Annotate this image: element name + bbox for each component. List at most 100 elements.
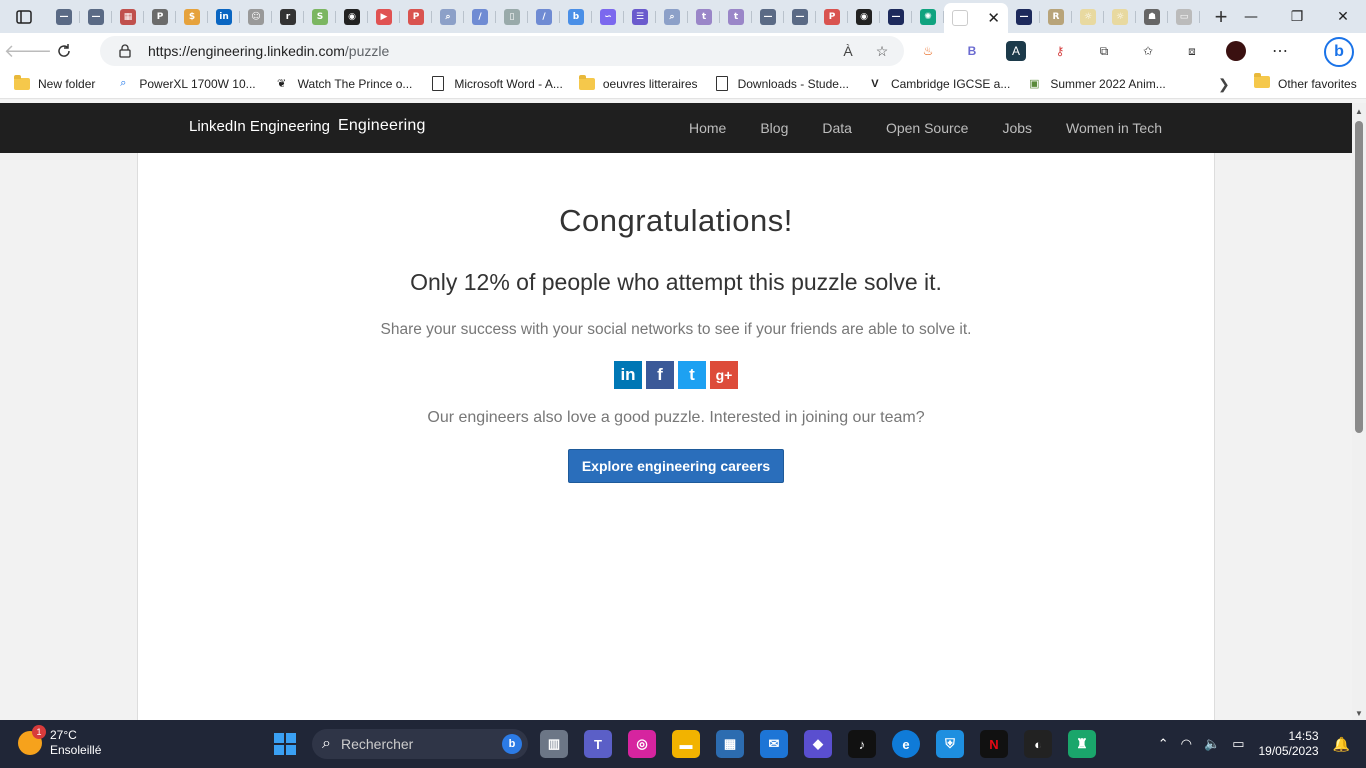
extension-b-icon[interactable]: B bbox=[962, 41, 982, 61]
tab[interactable]: P bbox=[816, 3, 848, 31]
linkedin-share-icon[interactable]: in bbox=[614, 361, 642, 389]
tab[interactable]: — bbox=[80, 3, 112, 31]
tab[interactable]: ◉ bbox=[848, 3, 880, 31]
tab[interactable]: — bbox=[1008, 3, 1040, 31]
tab[interactable]: ✺ bbox=[912, 3, 944, 31]
twitter-share-icon[interactable]: t bbox=[678, 361, 706, 389]
tab[interactable]: / bbox=[528, 3, 560, 31]
tab[interactable]: ▭ bbox=[1168, 3, 1200, 31]
tab[interactable]: / bbox=[464, 3, 496, 31]
tab[interactable]: b bbox=[560, 3, 592, 31]
tab-active[interactable]: ✕ bbox=[944, 3, 1008, 33]
address-bar[interactable]: https://engineering.linkedin.com/puzzle … bbox=[100, 36, 904, 66]
start-button[interactable] bbox=[274, 733, 296, 755]
task-view-icon[interactable]: ▥ bbox=[540, 730, 568, 758]
chevron-up-icon[interactable]: ⌃ bbox=[1158, 736, 1169, 752]
netflix-icon[interactable]: N bbox=[980, 730, 1008, 758]
wifi-icon[interactable]: ◠ bbox=[1181, 736, 1192, 752]
tab[interactable]: ▦ bbox=[112, 3, 144, 31]
favorites-overflow-chevron-icon[interactable]: ❯ bbox=[1218, 76, 1230, 93]
scroll-thumb[interactable] bbox=[1355, 121, 1363, 433]
nav-link-home[interactable]: Home bbox=[689, 120, 726, 136]
tab[interactable]: ∽ bbox=[592, 3, 624, 31]
tab[interactable]: — bbox=[752, 3, 784, 31]
favorite-item[interactable]: ❦ Watch The Prince o... bbox=[274, 76, 412, 92]
favorite-item[interactable]: oeuvres litteraires bbox=[578, 74, 698, 92]
tab[interactable]: t bbox=[720, 3, 752, 31]
nav-link-women-in-tech[interactable]: Women in Tech bbox=[1066, 120, 1162, 136]
read-aloud-icon[interactable]: À bbox=[838, 41, 858, 61]
nav-link-data[interactable]: Data bbox=[822, 120, 852, 136]
more-options-icon[interactable]: ⋯ bbox=[1270, 41, 1290, 61]
favorite-item[interactable]: ▣ Summer 2022 Anim... bbox=[1026, 76, 1166, 92]
taskbar-search[interactable]: ⌕ Rechercher b bbox=[312, 729, 528, 759]
tab[interactable]: P bbox=[144, 3, 176, 31]
tab[interactable]: ☰ bbox=[624, 3, 656, 31]
tab[interactable]: r bbox=[272, 3, 304, 31]
app-icon[interactable]: ◐ bbox=[1024, 730, 1052, 758]
tab-close-icon[interactable]: ✕ bbox=[987, 9, 1000, 27]
tab[interactable]: t bbox=[688, 3, 720, 31]
site-brand-link[interactable]: LinkedIn Engineering Engineering bbox=[189, 117, 426, 135]
tab-actions-menu-icon[interactable] bbox=[10, 3, 38, 31]
tab[interactable]: R bbox=[1040, 3, 1072, 31]
volume-icon[interactable]: 🔈 bbox=[1204, 736, 1220, 752]
explore-careers-button[interactable]: Explore engineering careers bbox=[567, 449, 785, 483]
tab[interactable]: ☼ bbox=[1104, 3, 1136, 31]
shield-icon[interactable]: ⛨ bbox=[936, 730, 964, 758]
tab[interactable]: P bbox=[400, 3, 432, 31]
file-explorer-icon[interactable]: ▬ bbox=[672, 730, 700, 758]
tab[interactable]: $ bbox=[176, 3, 208, 31]
minimize-button[interactable]: — bbox=[1228, 0, 1274, 33]
close-window-button[interactable]: ✕ bbox=[1320, 0, 1366, 33]
add-favorite-icon[interactable]: ☆ bbox=[872, 41, 892, 61]
other-favorites-folder[interactable]: Other favorites bbox=[1254, 73, 1357, 91]
broken-logo-image[interactable]: LinkedIn Engineering bbox=[189, 118, 330, 135]
extensions-puzzle-icon[interactable]: ⧉ bbox=[1094, 41, 1114, 61]
back-button[interactable]: 🡐 bbox=[4, 36, 52, 66]
tab[interactable]: — bbox=[784, 3, 816, 31]
tab[interactable]: ▯ bbox=[496, 3, 528, 31]
extension-key-icon[interactable]: ⚷ bbox=[1050, 41, 1070, 61]
notifications-icon[interactable]: 🔔 bbox=[1333, 736, 1350, 753]
scroll-down-arrow-icon[interactable]: ▼ bbox=[1355, 709, 1363, 718]
tab[interactable]: ⌕ bbox=[656, 3, 688, 31]
tab[interactable]: — bbox=[48, 3, 80, 31]
tab[interactable]: ☼ bbox=[1072, 3, 1104, 31]
clock[interactable]: 14:53 19/05/2023 bbox=[1259, 729, 1319, 759]
tab[interactable]: ⌕ bbox=[432, 3, 464, 31]
favorite-item[interactable]: New folder bbox=[14, 74, 95, 92]
nav-link-open-source[interactable]: Open Source bbox=[886, 120, 969, 136]
facebook-share-icon[interactable]: f bbox=[646, 361, 674, 389]
tiktok-icon[interactable]: ♪ bbox=[848, 730, 876, 758]
scroll-up-arrow-icon[interactable]: ▲ bbox=[1355, 107, 1363, 116]
instagram-icon[interactable]: ◎ bbox=[628, 730, 656, 758]
edge-icon[interactable]: e bbox=[892, 730, 920, 758]
teams-icon[interactable]: T bbox=[584, 730, 612, 758]
mail-icon[interactable]: ✉ bbox=[760, 730, 788, 758]
nav-link-jobs[interactable]: Jobs bbox=[1002, 120, 1032, 136]
extension-a-icon[interactable]: A bbox=[1006, 41, 1026, 61]
maximize-button[interactable]: ❐ bbox=[1274, 0, 1320, 33]
tab[interactable]: S bbox=[304, 3, 336, 31]
favorite-item[interactable]: Downloads - Stude... bbox=[714, 76, 849, 92]
page-scrollbar[interactable]: ▲ ▼ bbox=[1352, 103, 1366, 720]
profile-avatar[interactable] bbox=[1226, 41, 1246, 61]
microsoft-store-icon[interactable]: ▦ bbox=[716, 730, 744, 758]
tab[interactable]: — bbox=[880, 3, 912, 31]
weather-widget[interactable]: 1 27°C Ensoleillé bbox=[18, 725, 101, 758]
url-text[interactable]: https://engineering.linkedin.com/puzzle bbox=[148, 43, 389, 59]
favorite-item[interactable]: V Cambridge IGCSE a... bbox=[867, 76, 1010, 92]
tab[interactable]: ☺ bbox=[240, 3, 272, 31]
lock-icon[interactable] bbox=[118, 44, 132, 58]
favorite-item[interactable]: ⌕ PowerXL 1700W 10... bbox=[115, 76, 255, 92]
google-plus-share-icon[interactable]: g+ bbox=[710, 361, 738, 389]
tab[interactable]: ◉ bbox=[336, 3, 368, 31]
nav-link-blog[interactable]: Blog bbox=[760, 120, 788, 136]
collections-icon[interactable]: ⧈ bbox=[1182, 41, 1202, 61]
app-icon[interactable]: ◆ bbox=[804, 730, 832, 758]
app-icon[interactable]: ♜ bbox=[1068, 730, 1096, 758]
favorite-item[interactable]: Microsoft Word - A... bbox=[430, 76, 563, 92]
tab[interactable]: ▶ bbox=[368, 3, 400, 31]
tab[interactable]: in bbox=[208, 3, 240, 31]
